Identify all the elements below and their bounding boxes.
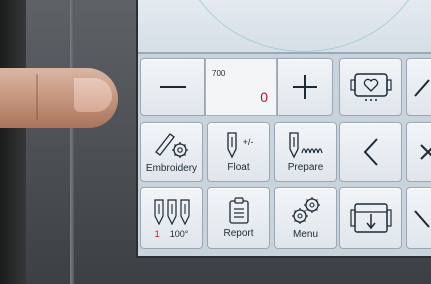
- prepare-button[interactable]: Prepare: [274, 122, 337, 182]
- chevron-down-icon: [414, 210, 430, 228]
- needles-icon: [153, 198, 190, 225]
- plus-icon: [293, 75, 317, 99]
- minus-icon: [159, 86, 186, 88]
- counter-max-value: 700: [212, 69, 226, 78]
- menu-label: Menu: [292, 229, 318, 240]
- close-button[interactable]: [406, 122, 431, 182]
- frame-down-button[interactable]: [339, 187, 402, 249]
- scroll-down-button[interactable]: [406, 187, 431, 249]
- embroidery-button[interactable]: Embroidery: [140, 122, 203, 182]
- needle-float-icon: [226, 132, 237, 159]
- needle-number: 1: [154, 228, 160, 239]
- needle-prepare-icon: [288, 132, 323, 159]
- close-icon: [420, 144, 431, 160]
- clipboard-icon: [228, 197, 249, 224]
- fingernail: [74, 78, 112, 112]
- float-button[interactable]: +/- Float: [207, 122, 270, 182]
- finger-crease: [36, 74, 38, 120]
- report-label: Report: [223, 228, 254, 239]
- menu-button[interactable]: Menu: [274, 187, 337, 249]
- float-icon-group: +/-: [224, 131, 254, 159]
- needles-readout: 1 100°: [155, 229, 189, 239]
- float-symbol: +/-: [242, 137, 254, 147]
- hoop-button[interactable]: [339, 58, 402, 116]
- report-button[interactable]: Report: [207, 187, 270, 249]
- increment-button[interactable]: [277, 58, 333, 116]
- gears-icon: [291, 197, 320, 224]
- chevron-left-icon: [363, 138, 378, 166]
- counter-current-value: 0: [260, 89, 268, 105]
- scroll-up-button[interactable]: [406, 58, 431, 116]
- frame-down-icon: [349, 203, 392, 233]
- embroidery-gear-icon: [154, 133, 188, 158]
- needles-button[interactable]: 1 100°: [140, 187, 203, 249]
- decrement-button[interactable]: [140, 58, 205, 116]
- back-button[interactable]: [339, 122, 402, 182]
- stitch-counter: 700 0: [205, 58, 277, 116]
- hoop-heart-icon: [349, 73, 392, 101]
- design-preview-area: [138, 0, 431, 54]
- bezel-edge: [70, 0, 74, 284]
- finger: [0, 68, 118, 128]
- design-outline: [178, 0, 430, 52]
- float-label: Float: [227, 162, 250, 173]
- prepare-label: Prepare: [287, 162, 324, 173]
- embroidery-label: Embroidery: [145, 163, 198, 174]
- speed-value: 100°: [169, 228, 189, 239]
- chevron-up-icon: [414, 79, 430, 97]
